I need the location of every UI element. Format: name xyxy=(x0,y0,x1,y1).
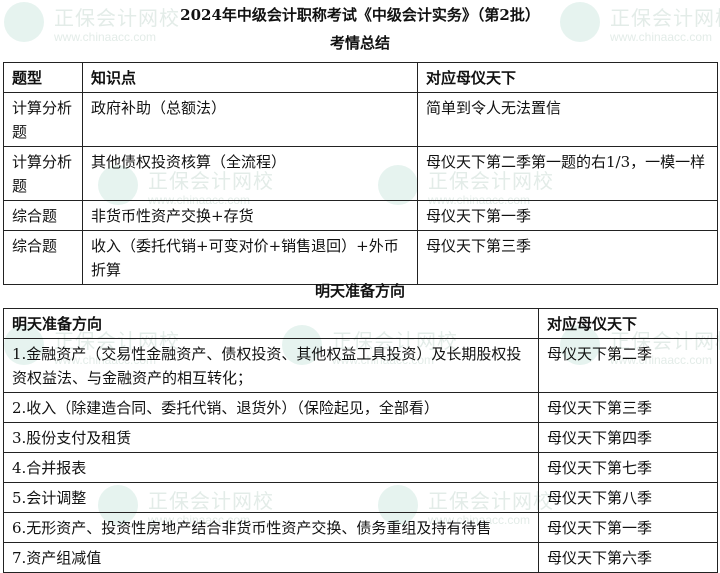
cell-direction: 1.金融资产（交易性金融资产、债权投资、其他权益工具投资）及长期股权投资权益法、… xyxy=(3,338,539,393)
table-row: 6.无形资产、投资性房地产结合非货币性资产交换、债务重组及持有待售 母仪天下第一季 xyxy=(3,512,718,543)
cell-type: 综合题 xyxy=(3,230,83,285)
document-title: 2024年中级会计职称考试《中级会计实务》（第2批） xyxy=(180,6,540,24)
cell-reference: 母仪天下第八季 xyxy=(538,482,718,513)
header-question-type: 题型 xyxy=(3,62,83,93)
cell-type: 综合题 xyxy=(3,200,83,231)
cell-topic: 非货币性资产交换+存货 xyxy=(82,200,418,231)
table-row: 2.收入（除建造合同、委托代销、退货外）（保险起见，全部看） 母仪天下第三季 xyxy=(3,392,718,423)
cell-direction: 4.合并报表 xyxy=(3,452,539,483)
cell-topic: 收入（委托代销+可变对价+销售退回）+外币折算 xyxy=(82,230,418,285)
cell-reference: 母仪天下第三季 xyxy=(538,392,718,423)
table-header-row: 题型 知识点 对应母仪天下 xyxy=(3,62,718,93)
section-heading-summary: 考情总结 xyxy=(329,34,390,52)
table-header-row: 明天准备方向 对应母仪天下 xyxy=(3,308,718,339)
table-row: 4.合并报表 母仪天下第七季 xyxy=(3,452,718,483)
table-row: 计算分析题 政府补助（总额法） 简单到令人无法置信 xyxy=(3,92,718,147)
cell-direction: 7.资产组减值 xyxy=(3,542,539,573)
cell-reference: 母仪天下第六季 xyxy=(538,542,718,573)
header-knowledge-point: 知识点 xyxy=(82,62,418,93)
cell-direction: 5.会计调整 xyxy=(3,482,539,513)
header-direction: 明天准备方向 xyxy=(3,308,539,339)
table-row: 3.股份支付及租赁 母仪天下第四季 xyxy=(3,422,718,453)
preparation-table: 明天准备方向 对应母仪天下 1.金融资产（交易性金融资产、债权投资、其他权益工具… xyxy=(3,308,718,573)
cell-topic: 政府补助（总额法） xyxy=(82,92,418,147)
cell-reference: 简单到令人无法置信 xyxy=(417,92,718,147)
cell-reference: 母仪天下第二季第一题的右1/3，一模一样 xyxy=(417,146,718,201)
section-heading-preparation: 明天准备方向 xyxy=(314,282,405,300)
cell-reference: 母仪天下第一季 xyxy=(417,200,718,231)
cell-reference: 母仪天下第一季 xyxy=(538,512,718,543)
table-row: 计算分析题 其他债权投资核算（全流程） 母仪天下第二季第一题的右1/3，一模一样 xyxy=(3,146,718,201)
cell-reference: 母仪天下第四季 xyxy=(538,422,718,453)
cell-direction: 3.股份支付及租赁 xyxy=(3,422,539,453)
cell-reference: 母仪天下第七季 xyxy=(538,452,718,483)
cell-topic: 其他债权投资核算（全流程） xyxy=(82,146,418,201)
table-row: 7.资产组减值 母仪天下第六季 xyxy=(3,542,718,573)
table-row: 5.会计调整 母仪天下第八季 xyxy=(3,482,718,513)
table-row: 1.金融资产（交易性金融资产、债权投资、其他权益工具投资）及长期股权投资权益法、… xyxy=(3,338,718,393)
exam-summary-table: 题型 知识点 对应母仪天下 计算分析题 政府补助（总额法） 简单到令人无法置信 … xyxy=(3,62,718,285)
cell-reference: 母仪天下第二季 xyxy=(538,338,718,393)
cell-type: 计算分析题 xyxy=(3,92,83,147)
cell-direction: 2.收入（除建造合同、委托代销、退货外）（保险起见，全部看） xyxy=(3,392,539,423)
cell-reference: 母仪天下第三季 xyxy=(417,230,718,285)
cell-direction: 6.无形资产、投资性房地产结合非货币性资产交换、债务重组及持有待售 xyxy=(3,512,539,543)
table-row: 综合题 收入（委托代销+可变对价+销售退回）+外币折算 母仪天下第三季 xyxy=(3,230,718,285)
header-reference: 对应母仪天下 xyxy=(417,62,718,93)
table-row: 综合题 非货币性资产交换+存货 母仪天下第一季 xyxy=(3,200,718,231)
cell-type: 计算分析题 xyxy=(3,146,83,201)
header-reference: 对应母仪天下 xyxy=(538,308,718,339)
